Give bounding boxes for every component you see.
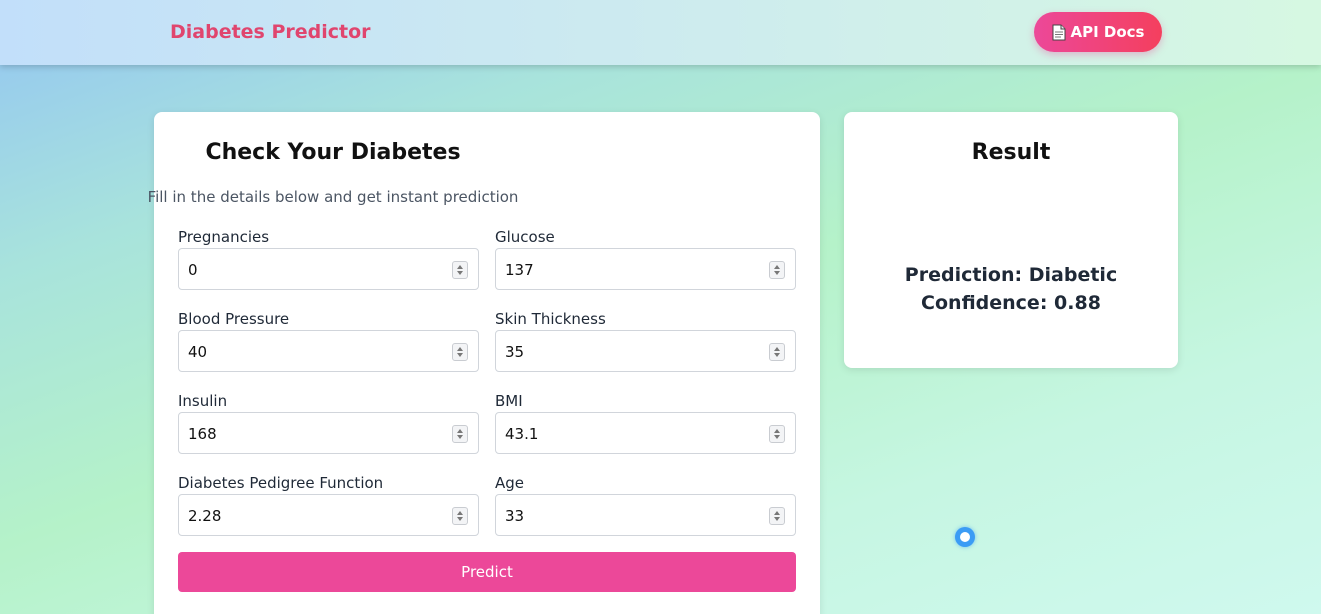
bmi-input[interactable]: 43.1 [495,412,796,454]
pregnancies-input[interactable]: 0 [178,248,479,290]
stepper-icon[interactable] [769,343,785,361]
api-docs-button[interactable]: API Docs [1034,12,1162,52]
document-icon [1052,24,1066,41]
insulin-label: Insulin [178,392,228,410]
bmi-value: 43.1 [505,425,539,443]
bmi-label: BMI [495,392,523,410]
insulin-value: 168 [188,425,217,443]
confidence-value: 0.88 [1054,292,1101,314]
stepper-icon[interactable] [769,507,785,525]
confidence-key: Confidence: [921,292,1048,314]
blood-pressure-input[interactable]: 40 [178,330,479,372]
glucose-value: 137 [505,261,534,279]
prediction-line: Prediction: Diabetic [844,264,1178,286]
form-subtitle: Fill in the details below and get instan… [147,188,519,206]
form-title: Check Your Diabetes [205,140,461,165]
age-value: 33 [505,507,525,525]
age-label: Age [495,474,525,492]
stepper-icon[interactable] [452,507,468,525]
loading-spinner-icon [955,527,975,547]
pregnancies-value: 0 [188,261,198,279]
stepper-icon[interactable] [452,425,468,443]
skin-thickness-value: 35 [505,343,525,361]
stepper-icon[interactable] [452,343,468,361]
confidence-line: Confidence: 0.88 [844,292,1178,314]
glucose-input[interactable]: 137 [495,248,796,290]
pedigree-label: Diabetes Pedigree Function [178,474,384,492]
pedigree-input[interactable]: 2.28 [178,494,479,536]
pregnancies-label: Pregnancies [178,228,270,246]
navbar: Diabetes Predictor API Docs [0,0,1321,65]
stepper-icon[interactable] [452,261,468,279]
skin-thickness-input[interactable]: 35 [495,330,796,372]
glucose-label: Glucose [495,228,555,246]
pedigree-value: 2.28 [188,507,222,525]
api-docs-label: API Docs [1070,23,1145,41]
brand-title[interactable]: Diabetes Predictor [170,21,371,43]
age-input[interactable]: 33 [495,494,796,536]
stepper-icon[interactable] [769,261,785,279]
result-title: Result [971,140,1051,165]
prediction-key: Prediction: [904,264,1023,286]
skin-thickness-label: Skin Thickness [495,310,606,328]
stepper-icon[interactable] [769,425,785,443]
prediction-value: Diabetic [1028,264,1118,286]
insulin-input[interactable]: 168 [178,412,479,454]
blood-pressure-value: 40 [188,343,208,361]
blood-pressure-label: Blood Pressure [178,310,290,328]
predict-button[interactable]: Predict [178,552,796,592]
